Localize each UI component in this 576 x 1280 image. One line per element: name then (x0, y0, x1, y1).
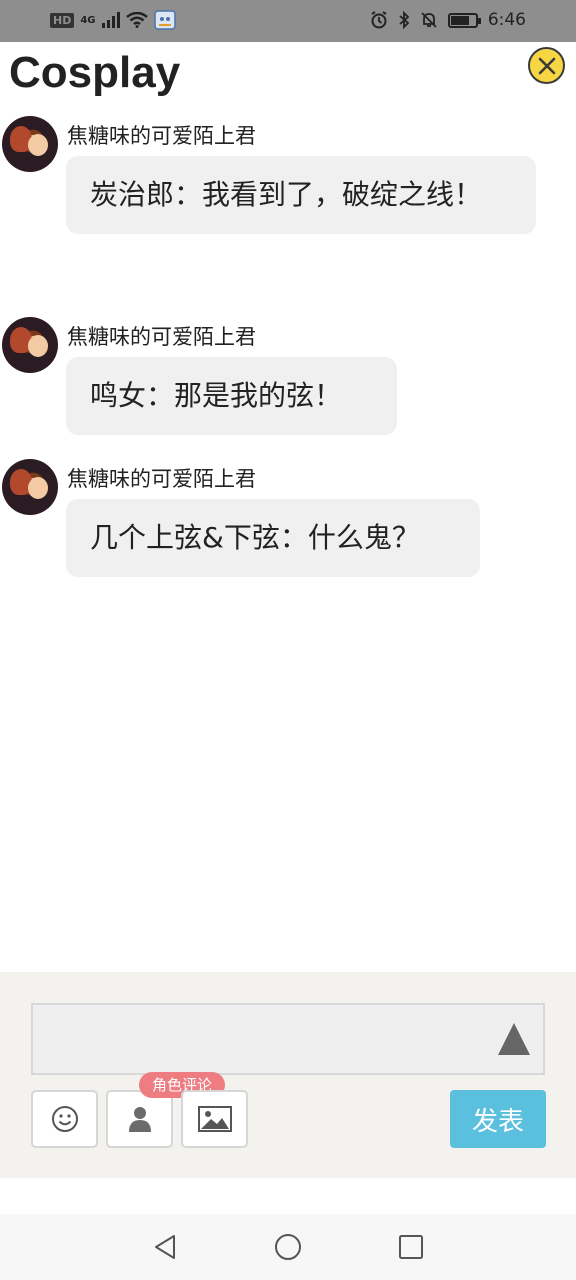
recents-icon (399, 1235, 423, 1259)
message-bubble: 鸣女：那是我的弦！ (66, 357, 397, 435)
person-icon (128, 1107, 151, 1132)
back-icon (155, 1235, 175, 1259)
avatar[interactable] (2, 459, 58, 515)
smiley-icon (51, 1106, 78, 1132)
wifi-icon (125, 12, 148, 28)
image-button[interactable] (181, 1090, 248, 1148)
message-item: 焦糖味的可爱陌上君 几个上弦&下弦：什么鬼？ (0, 459, 576, 589)
publish-button[interactable]: 发表 (450, 1090, 546, 1148)
nav-back-button[interactable] (150, 1232, 180, 1262)
battery-icon (447, 12, 481, 28)
status-left: HD 4G (50, 10, 176, 30)
message-author: 焦糖味的可爱陌上君 (67, 124, 256, 148)
composer-panel: 角色评论 发表 (0, 972, 576, 1178)
status-bar: HD 4G 6:46 (0, 0, 576, 42)
message-item: 焦糖味的可爱陌上君 炭治郎：我看到了，破绽之线！ (0, 116, 576, 306)
status-right: 6:46 (370, 10, 526, 30)
nav-home-button[interactable] (273, 1232, 303, 1262)
system-nav-bar (0, 1214, 576, 1280)
message-author: 焦糖味的可爱陌上君 (67, 325, 256, 349)
bluetooth-icon (399, 11, 410, 29)
page-title: Cosplay (9, 48, 181, 97)
mute-icon (421, 12, 437, 28)
triangle-up-icon[interactable] (498, 1023, 530, 1055)
image-icon (197, 1106, 232, 1132)
app-notification-icon (153, 10, 176, 30)
message-text: 几个上弦&下弦：什么鬼？ (90, 521, 420, 554)
close-icon (538, 57, 555, 74)
emoji-button[interactable] (31, 1090, 98, 1148)
message-bubble: 几个上弦&下弦：什么鬼？ (66, 499, 480, 577)
home-icon (275, 1234, 301, 1260)
hd-icon: HD (50, 12, 75, 28)
role-comment-button[interactable] (106, 1090, 173, 1148)
status-time: 6:46 (487, 10, 526, 30)
avatar[interactable] (2, 317, 58, 373)
nav-recents-button[interactable] (396, 1232, 426, 1262)
avatar[interactable] (2, 116, 58, 172)
alarm-icon (371, 11, 387, 29)
message-text: 炭治郎：我看到了，破绽之线！ (90, 178, 483, 211)
signal-icon (101, 12, 120, 28)
close-button[interactable] (528, 47, 565, 84)
message-bubble: 炭治郎：我看到了，破绽之线！ (66, 156, 536, 234)
message-item: 焦糖味的可爱陌上君 鸣女：那是我的弦！ (0, 317, 576, 447)
comment-input[interactable] (31, 1003, 545, 1075)
message-author: 焦糖味的可爱陌上君 (67, 467, 256, 491)
signal-label: 4G (80, 14, 96, 26)
message-text: 鸣女：那是我的弦！ (90, 379, 343, 412)
